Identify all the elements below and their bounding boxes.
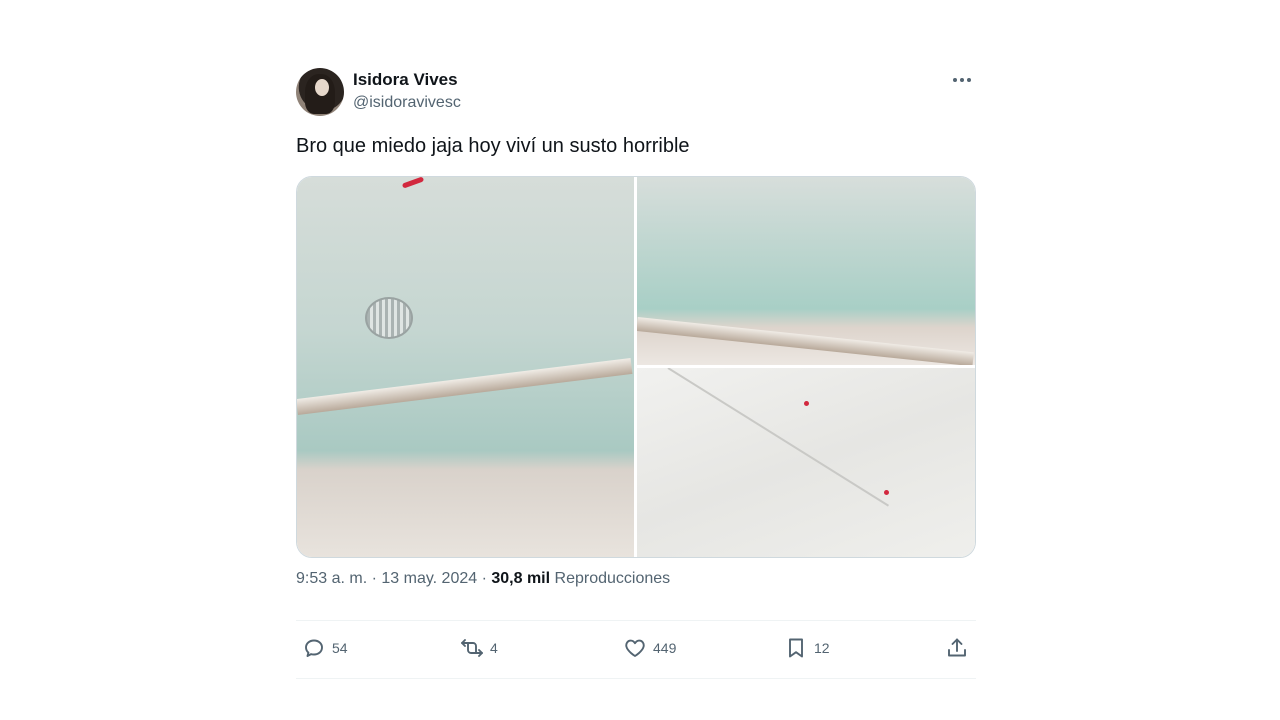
like-button[interactable]: 449 <box>623 636 676 660</box>
tweet-card: Isidora Vives @isidoravivesc Bro que mie… <box>296 66 976 679</box>
bookmark-button[interactable]: 12 <box>784 636 830 660</box>
photo-3[interactable] <box>637 368 975 557</box>
share-button[interactable] <box>945 636 969 660</box>
more-icon[interactable] <box>950 72 974 88</box>
views-count: 30,8 mil <box>491 570 551 587</box>
like-count: 449 <box>653 640 677 656</box>
retweet-button[interactable]: 4 <box>460 636 498 660</box>
tweet-header: Isidora Vives @isidoravivesc <box>296 66 976 118</box>
divider <box>296 620 976 621</box>
avatar[interactable] <box>296 68 344 116</box>
reply-icon <box>305 639 323 657</box>
share-icon <box>948 638 966 657</box>
tweet-meta: 9:53 a. m. · 13 may. 2024 · 30,8 mil Rep… <box>296 570 671 587</box>
action-bar: 54 4 449 12 <box>296 634 976 666</box>
tweet-time[interactable]: 9:53 a. m. <box>296 570 367 587</box>
photo-1[interactable] <box>297 177 634 557</box>
divider <box>296 678 976 679</box>
author-name[interactable]: Isidora Vives <box>353 70 458 90</box>
retweet-count: 4 <box>490 640 498 656</box>
bookmark-count: 12 <box>814 640 830 656</box>
photo-2[interactable] <box>637 177 975 365</box>
author-handle[interactable]: @isidoravivesc <box>353 94 461 112</box>
bookmark-icon <box>789 638 803 658</box>
media-grid <box>296 176 976 558</box>
tweet-text: Bro que miedo jaja hoy viví un susto hor… <box>296 135 690 157</box>
tweet-date[interactable]: 13 may. 2024 <box>381 570 477 587</box>
retweet-icon <box>461 639 483 657</box>
reply-count: 54 <box>332 640 348 656</box>
reply-button[interactable]: 54 <box>302 636 348 660</box>
like-icon <box>625 639 645 657</box>
views-label: Reproducciones <box>550 570 671 587</box>
